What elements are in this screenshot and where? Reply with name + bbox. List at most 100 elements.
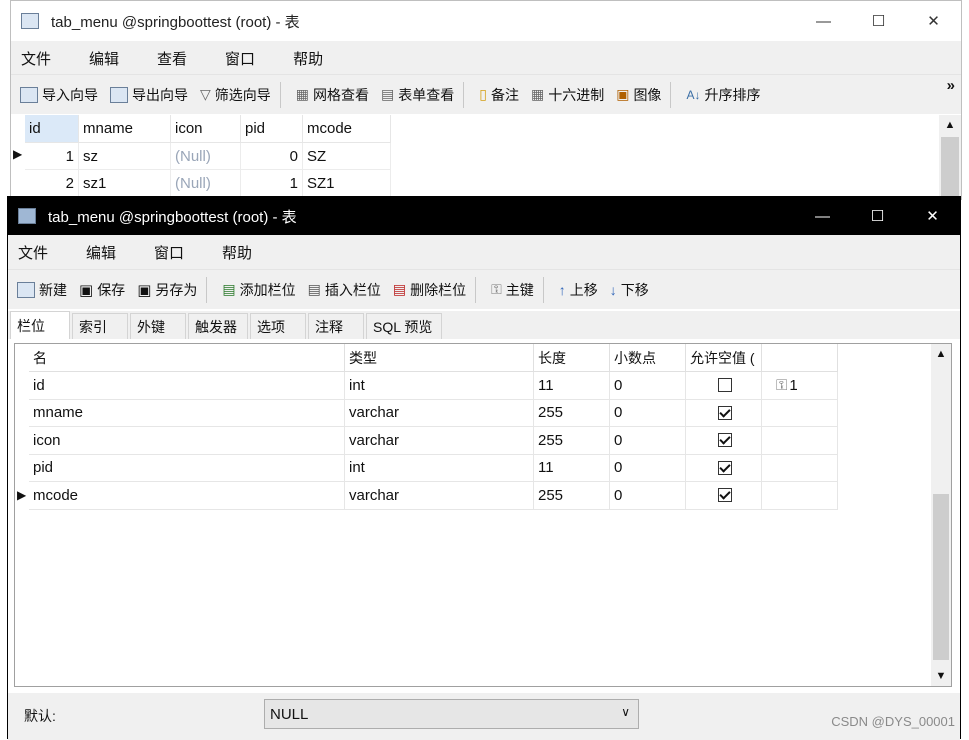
menu-help[interactable]: 帮助 <box>283 48 335 69</box>
close-button[interactable]: ✕ <box>905 197 960 235</box>
field-length-cell[interactable]: 255 <box>534 482 610 510</box>
back-vertical-scrollbar[interactable]: ▲ <box>939 115 961 201</box>
sort-asc-button[interactable]: A↓ 升序排序 <box>683 85 763 105</box>
grid-cell-mname[interactable]: sz <box>79 143 171 170</box>
scroll-up-arrow-icon[interactable]: ▲ <box>931 344 951 360</box>
grid-header-mname[interactable]: mname <box>79 115 171 143</box>
close-button[interactable]: ✕ <box>906 1 961 41</box>
save-as-button[interactable]: ▣ 另存为 <box>134 280 200 300</box>
import-wizard-button[interactable]: 导入向导 <box>17 85 101 105</box>
field-length-cell[interactable]: 11 <box>534 454 610 482</box>
back-title-bar[interactable]: tab_menu @springboottest (root) - 表 — ☐ … <box>11 1 961 41</box>
move-down-button[interactable]: ↓ 下移 <box>607 280 652 300</box>
nullable-checkbox[interactable] <box>718 378 732 393</box>
field-decimals-cell[interactable]: 0 <box>610 482 686 510</box>
grid-header-id[interactable]: id <box>25 115 79 143</box>
primary-key-button[interactable]: ⚿ 主键 <box>488 280 537 300</box>
column-header-name[interactable]: 名 <box>29 344 345 372</box>
field-name-cell[interactable]: pid <box>29 454 345 482</box>
field-name-cell[interactable]: mcode <box>29 482 345 510</box>
nullable-checkbox[interactable] <box>718 460 732 475</box>
scroll-thumb[interactable] <box>933 494 949 660</box>
field-name-cell[interactable]: id <box>29 372 345 400</box>
grid-cell-mcode[interactable]: SZ1 <box>303 170 391 197</box>
menu-help[interactable]: 帮助 <box>212 242 264 263</box>
insert-field-button[interactable]: ▤ 插入栏位 <box>305 280 384 300</box>
field-type-cell[interactable]: varchar <box>345 482 534 510</box>
filter-wizard-button[interactable]: ▽ 筛选向导 <box>197 85 274 105</box>
new-button[interactable]: 新建 <box>14 280 70 300</box>
tab-foreign-keys[interactable]: 外键 <box>130 313 186 339</box>
tab-comments[interactable]: 注释 <box>308 313 364 339</box>
tab-indexes[interactable]: 索引 <box>72 313 128 339</box>
nullable-checkbox[interactable] <box>718 488 732 503</box>
field-length-cell[interactable]: 255 <box>534 399 610 427</box>
column-header-decimals[interactable]: 小数点 <box>610 344 686 372</box>
field-length-cell[interactable]: 11 <box>534 372 610 400</box>
grid-header-mcode[interactable]: mcode <box>303 115 391 143</box>
field-key-cell[interactable] <box>762 454 838 482</box>
save-button[interactable]: ▣ 保存 <box>76 280 128 300</box>
field-name-cell[interactable]: mname <box>29 399 345 427</box>
hex-button[interactable]: ▦ 十六进制 <box>528 85 607 105</box>
grid-cell-icon[interactable]: (Null) <box>171 143 241 170</box>
field-decimals-cell[interactable]: 0 <box>610 372 686 400</box>
add-field-button[interactable]: ▤ 添加栏位 <box>219 280 298 300</box>
field-key-cell[interactable] <box>762 399 838 427</box>
export-wizard-button[interactable]: 导出向导 <box>107 85 191 105</box>
front-title-bar[interactable]: tab_menu @springboottest (root) - 表 — ☐ … <box>8 197 960 235</box>
menu-file[interactable]: 文件 <box>11 48 63 69</box>
field-decimals-cell[interactable]: 0 <box>610 454 686 482</box>
column-header-nullable[interactable]: 允许空值 ( <box>686 344 762 372</box>
minimize-button[interactable]: — <box>796 1 851 41</box>
image-button[interactable]: ▣ 图像 <box>613 85 664 105</box>
column-header-key[interactable] <box>762 344 838 372</box>
field-type-cell[interactable]: varchar <box>345 399 534 427</box>
toolbar-overflow-chevron-icon[interactable]: » <box>947 77 955 94</box>
default-value-select[interactable]: NULL ∨ <box>264 699 639 729</box>
grid-cell-pid[interactable]: 1 <box>241 170 303 197</box>
field-decimals-cell[interactable]: 0 <box>610 399 686 427</box>
maximize-button[interactable]: ☐ <box>851 1 906 41</box>
scroll-thumb[interactable] <box>941 137 959 201</box>
field-decimals-cell[interactable]: 0 <box>610 427 686 455</box>
grid-cell-id[interactable]: 1 <box>25 143 79 170</box>
column-header-length[interactable]: 长度 <box>534 344 610 372</box>
move-up-button[interactable]: ↑ 上移 <box>556 280 601 300</box>
field-key-cell[interactable] <box>762 482 838 510</box>
grid-view-button[interactable]: ▦ 网格查看 <box>293 85 372 105</box>
grid-header-icon[interactable]: icon <box>171 115 241 143</box>
tab-triggers[interactable]: 触发器 <box>188 313 248 339</box>
field-type-cell[interactable]: int <box>345 372 534 400</box>
grid-cell-pid[interactable]: 0 <box>241 143 303 170</box>
field-name-cell[interactable]: icon <box>29 427 345 455</box>
tab-fields[interactable]: 栏位 <box>10 311 70 339</box>
menu-window[interactable]: 窗口 <box>144 242 196 263</box>
menu-view[interactable]: 查看 <box>147 48 199 69</box>
field-key-cell[interactable] <box>762 427 838 455</box>
scroll-down-arrow-icon[interactable]: ▼ <box>931 670 951 682</box>
grid-cell-mcode[interactable]: SZ <box>303 143 391 170</box>
tab-sql-preview[interactable]: SQL 预览 <box>366 313 442 339</box>
minimize-button[interactable]: — <box>795 197 850 235</box>
delete-field-button[interactable]: ▤ 删除栏位 <box>390 280 469 300</box>
field-grid-vertical-scrollbar[interactable]: ▲ ▼ <box>931 344 951 686</box>
memo-button[interactable]: ▯ 备注 <box>476 85 522 105</box>
menu-window[interactable]: 窗口 <box>215 48 267 69</box>
nullable-checkbox[interactable] <box>718 433 732 448</box>
grid-cell-id[interactable]: 2 <box>25 170 79 197</box>
form-view-button[interactable]: ▤ 表单查看 <box>378 85 457 105</box>
field-length-cell[interactable]: 255 <box>534 427 610 455</box>
tab-options[interactable]: 选项 <box>250 313 306 339</box>
grid-header-pid[interactable]: pid <box>241 115 303 143</box>
maximize-button[interactable]: ☐ <box>850 197 905 235</box>
nullable-checkbox[interactable] <box>718 405 732 420</box>
field-type-cell[interactable]: varchar <box>345 427 534 455</box>
column-header-type[interactable]: 类型 <box>345 344 534 372</box>
scroll-up-arrow-icon[interactable]: ▲ <box>939 115 961 131</box>
menu-edit[interactable]: 编辑 <box>79 48 131 69</box>
grid-cell-icon[interactable]: (Null) <box>171 170 241 197</box>
grid-cell-mname[interactable]: sz1 <box>79 170 171 197</box>
menu-edit[interactable]: 编辑 <box>76 242 128 263</box>
field-type-cell[interactable]: int <box>345 454 534 482</box>
